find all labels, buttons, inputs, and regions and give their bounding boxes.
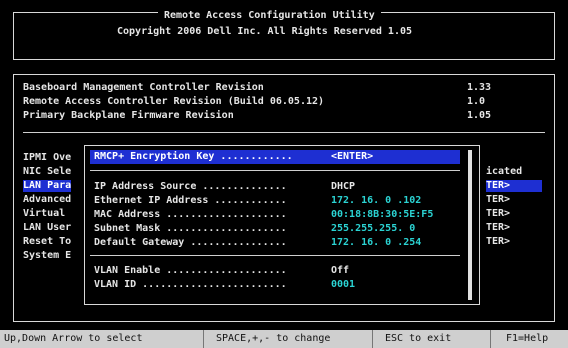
subnet-mask-value[interactable]: 255.255.255. 0 bbox=[331, 223, 415, 235]
revision-label-bmc: Baseboard Management Controller Revision bbox=[23, 82, 264, 93]
default-gateway-label: Default Gateway ................ bbox=[94, 237, 287, 248]
revision-value-bmc: 1.33 bbox=[467, 82, 492, 93]
revision-label-backplane: Primary Backplane Firmware Revision bbox=[23, 110, 234, 121]
ethernet-ip-label: Ethernet IP Address ............ bbox=[94, 195, 287, 206]
menu-value-ipmi: icated bbox=[486, 166, 523, 177]
mac-address-label: MAC Address .................... bbox=[94, 209, 287, 220]
menu-item-nic-selection[interactable]: NIC Sele bbox=[23, 166, 71, 178]
copyright-text: Copyright 2006 Dell Inc. All Rights Rese… bbox=[117, 26, 413, 37]
menu-value-lan-parameters[interactable]: TER> bbox=[486, 180, 542, 192]
default-gateway-value[interactable]: 172. 16. 0 .254 bbox=[331, 237, 421, 249]
menu-item-lan-user[interactable]: LAN User bbox=[23, 222, 71, 234]
revision-divider bbox=[23, 132, 545, 133]
menu-item-advanced[interactable]: Advanced bbox=[23, 194, 71, 206]
menu-item-virtual[interactable]: Virtual bbox=[23, 208, 71, 220]
rmcp-encryption-key-label: RMCP+ Encryption Key ............ bbox=[94, 151, 293, 162]
ethernet-ip-value[interactable]: 172. 16. 0 .102 bbox=[331, 195, 421, 207]
status-separator bbox=[372, 330, 373, 348]
menu-item-reset[interactable]: Reset To bbox=[23, 236, 71, 248]
subnet-mask-label: Subnet Mask .................... bbox=[94, 223, 287, 234]
revision-value-backplane: 1.05 bbox=[467, 110, 492, 121]
window-title: Remote Access Configuration Utility bbox=[164, 10, 375, 21]
menu-item-ipmi[interactable]: IPMI Ove bbox=[23, 152, 71, 164]
vlan-id-value[interactable]: 0001 bbox=[331, 279, 355, 291]
ip-address-source-value[interactable]: DHCP bbox=[331, 181, 355, 193]
hint-help: F1=Help bbox=[506, 333, 549, 344]
header-title-bar: Remote Access Configuration Utility bbox=[158, 10, 381, 22]
status-separator bbox=[490, 330, 491, 348]
menu-value-reset[interactable]: TER> bbox=[486, 236, 510, 248]
revision-label-rac: Remote Access Controller Revision (Build… bbox=[23, 96, 325, 107]
vlan-enable-value[interactable]: Off bbox=[331, 265, 349, 277]
rmcp-encryption-key-value: <ENTER> bbox=[331, 151, 374, 162]
popup-divider-bottom bbox=[90, 255, 460, 256]
popup-scrollbar[interactable] bbox=[468, 150, 472, 300]
menu-item-lan-parameters[interactable]: LAN Para bbox=[23, 180, 72, 192]
menu-value-advanced[interactable]: TER> bbox=[486, 194, 510, 206]
vlan-id-label: VLAN ID ........................ bbox=[94, 279, 287, 290]
popup-divider-top bbox=[90, 170, 460, 171]
revision-value-rac: 1.0 bbox=[467, 96, 486, 107]
hint-navigate: Up,Down Arrow to select bbox=[4, 333, 143, 344]
menu-value-lan-user[interactable]: TER> bbox=[486, 222, 510, 234]
hint-change: SPACE,+,- to change bbox=[216, 333, 331, 344]
status-separator bbox=[203, 330, 204, 348]
vlan-enable-label: VLAN Enable .................... bbox=[94, 265, 287, 276]
ip-address-source-label: IP Address Source .............. bbox=[94, 181, 287, 192]
hint-exit: ESC to exit bbox=[385, 333, 452, 344]
status-bar: Up,Down Arrow to select SPACE,+,- to cha… bbox=[0, 330, 568, 348]
mac-address-value: 00:18:8B:30:5E:F5 bbox=[331, 209, 434, 220]
menu-value-virtual[interactable]: TER> bbox=[486, 208, 510, 220]
menu-item-system-event[interactable]: System E bbox=[23, 250, 71, 262]
